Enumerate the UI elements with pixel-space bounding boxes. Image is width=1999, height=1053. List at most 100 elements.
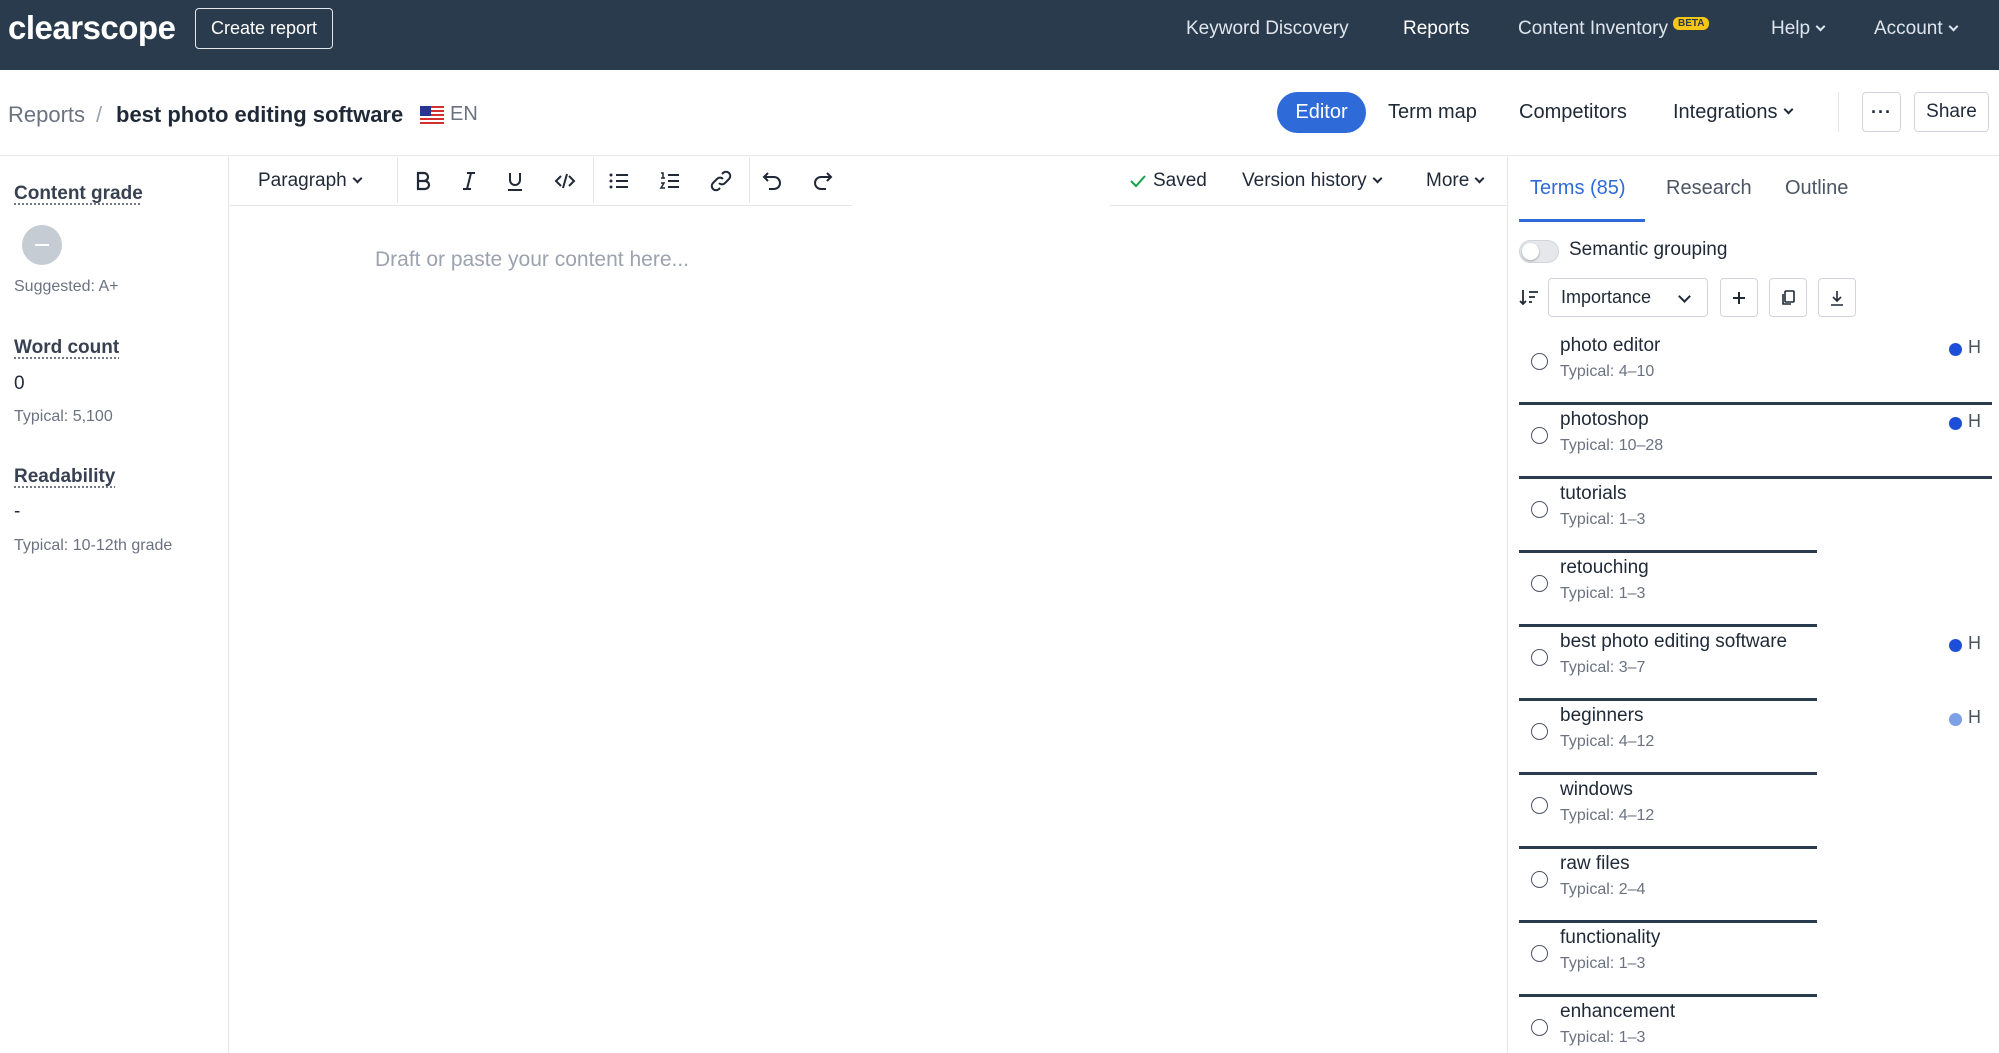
report-header: Reports / best photo editing software EN… [0,70,1999,156]
logo[interactable]: clearscope [8,8,176,48]
link-icon[interactable] [709,169,733,193]
nav-help[interactable]: Help [1771,17,1826,41]
term-name: enhancement [1560,1001,1676,1022]
term-checkbox[interactable] [1531,1019,1548,1036]
term-typical: Typical: 10–28 [1560,437,1664,454]
term-row[interactable]: photo editor Typical: 4–10 H [1519,331,1992,405]
create-report-button[interactable]: Create report [195,8,333,49]
more-options-button[interactable]: ··· [1862,92,1901,132]
term-name: raw files [1560,853,1630,874]
term-typical: Typical: 2–4 [1560,881,1646,898]
heading-importance-dot [1949,417,1962,430]
term-typical: Typical: 1–3 [1560,511,1646,528]
semantic-grouping-label: Semantic grouping [1569,239,1728,260]
nav-content-inventory[interactable]: Content Inventory BETA [1518,16,1710,41]
block-type-dropdown[interactable]: Paragraph [258,167,363,195]
term-name: best photo editing software [1560,631,1788,652]
semantic-grouping-toggle[interactable] [1519,240,1559,263]
code-icon[interactable] [553,169,577,193]
version-history-label: Version history [1242,170,1367,191]
term-typical: Typical: 4–10 [1560,363,1655,380]
sort-select-value: Importance [1561,287,1652,307]
term-checkbox[interactable] [1531,649,1548,666]
more-label: More [1426,170,1470,191]
term-checkbox[interactable] [1531,945,1548,962]
numbered-list-icon[interactable] [658,169,682,193]
chevron-down-icon [1372,173,1383,183]
term-checkbox[interactable] [1531,353,1548,370]
term-name: beginners [1560,705,1644,726]
term-typical: Typical: 4–12 [1560,733,1655,750]
metrics-sidebar: Content grade Suggested: A+ Word count 0… [0,157,229,1053]
heading-importance-dot [1949,639,1962,652]
saved-label: Saved [1153,170,1207,191]
term-typical: Typical: 4–12 [1560,807,1655,824]
tab-term-map[interactable]: Term map [1388,92,1477,133]
copy-icon [1782,289,1795,305]
version-history-dropdown[interactable]: Version history [1242,167,1383,195]
download-icon [1831,290,1843,306]
term-row[interactable]: raw files Typical: 2–4 [1519,849,1992,923]
nav-account[interactable]: Account [1874,17,1959,41]
heading-importance-dot [1949,343,1962,356]
nav-content-inventory-label: Content Inventory [1518,18,1668,39]
tab-competitors[interactable]: Competitors [1519,92,1627,133]
term-row[interactable]: functionality Typical: 1–3 [1519,923,1992,997]
undo-icon[interactable] [760,169,784,193]
term-checkbox[interactable] [1531,871,1548,888]
term-row[interactable]: retouching Typical: 1–3 [1519,553,1992,627]
chevron-down-icon [1783,104,1793,115]
term-checkbox[interactable] [1531,797,1548,814]
heading-indicator: H [1968,633,1981,653]
heading-indicator: H [1968,707,1981,727]
editor-content-area[interactable]: Draft or paste your content here... [375,248,689,272]
copy-terms-button[interactable] [1769,278,1807,317]
term-name: retouching [1560,557,1649,578]
term-row[interactable]: enhancement Typical: 1–3 [1519,997,1992,1053]
term-row[interactable]: beginners Typical: 4–12 H [1519,701,1992,775]
top-nav: clearscope Create report Keyword Discove… [0,0,1999,70]
heading-importance-dot [1949,713,1962,726]
term-typical: Typical: 1–3 [1560,955,1646,972]
term-name: tutorials [1560,483,1627,504]
editor-toolbar: Paragraph Saved Version history More [230,157,1507,206]
add-term-button[interactable] [1720,278,1758,317]
term-checkbox[interactable] [1531,501,1548,518]
italic-icon[interactable] [457,169,481,193]
term-checkbox[interactable] [1531,427,1548,444]
share-button[interactable]: Share [1914,92,1989,132]
nav-reports[interactable]: Reports [1403,17,1470,41]
nav-account-label: Account [1874,18,1943,39]
term-row[interactable]: tutorials Typical: 1–3 [1519,479,1992,553]
underline-icon[interactable] [503,169,527,193]
readability-label[interactable]: Readability [14,466,115,488]
page-title: best photo editing software [116,102,404,127]
heading-indicator: H [1968,411,1981,431]
tab-integrations[interactable]: Integrations [1673,92,1793,133]
term-checkbox[interactable] [1531,723,1548,740]
tab-research[interactable]: Research [1666,177,1752,200]
block-type-label: Paragraph [258,170,347,191]
nav-keyword-discovery[interactable]: Keyword Discovery [1186,17,1349,41]
tab-terms[interactable]: Terms (85) [1530,177,1626,200]
tab-editor[interactable]: Editor [1277,92,1366,133]
breadcrumb-reports[interactable]: Reports [8,102,85,128]
term-row[interactable]: windows Typical: 4–12 [1519,775,1992,849]
term-typical: Typical: 3–7 [1560,659,1646,676]
tab-outline[interactable]: Outline [1785,177,1848,200]
download-terms-button[interactable] [1818,278,1856,317]
bullet-list-icon[interactable] [607,169,631,193]
redo-icon[interactable] [811,169,835,193]
content-grade-label[interactable]: Content grade [14,183,143,205]
bold-icon[interactable] [411,169,435,193]
term-row[interactable]: best photo editing software Typical: 3–7 H [1519,627,1992,701]
plus-icon [1733,291,1745,304]
sort-select[interactable]: Importance [1548,278,1708,317]
word-count-label[interactable]: Word count [14,337,119,359]
more-dropdown[interactable]: More [1426,167,1485,195]
terms-panel: Terms (85) Research Outline Semantic gro… [1507,157,1999,1053]
readability-value: - [14,501,21,522]
term-checkbox[interactable] [1531,575,1548,592]
sort-icon[interactable] [1519,287,1539,307]
term-row[interactable]: photoshop Typical: 10–28 H [1519,405,1992,479]
